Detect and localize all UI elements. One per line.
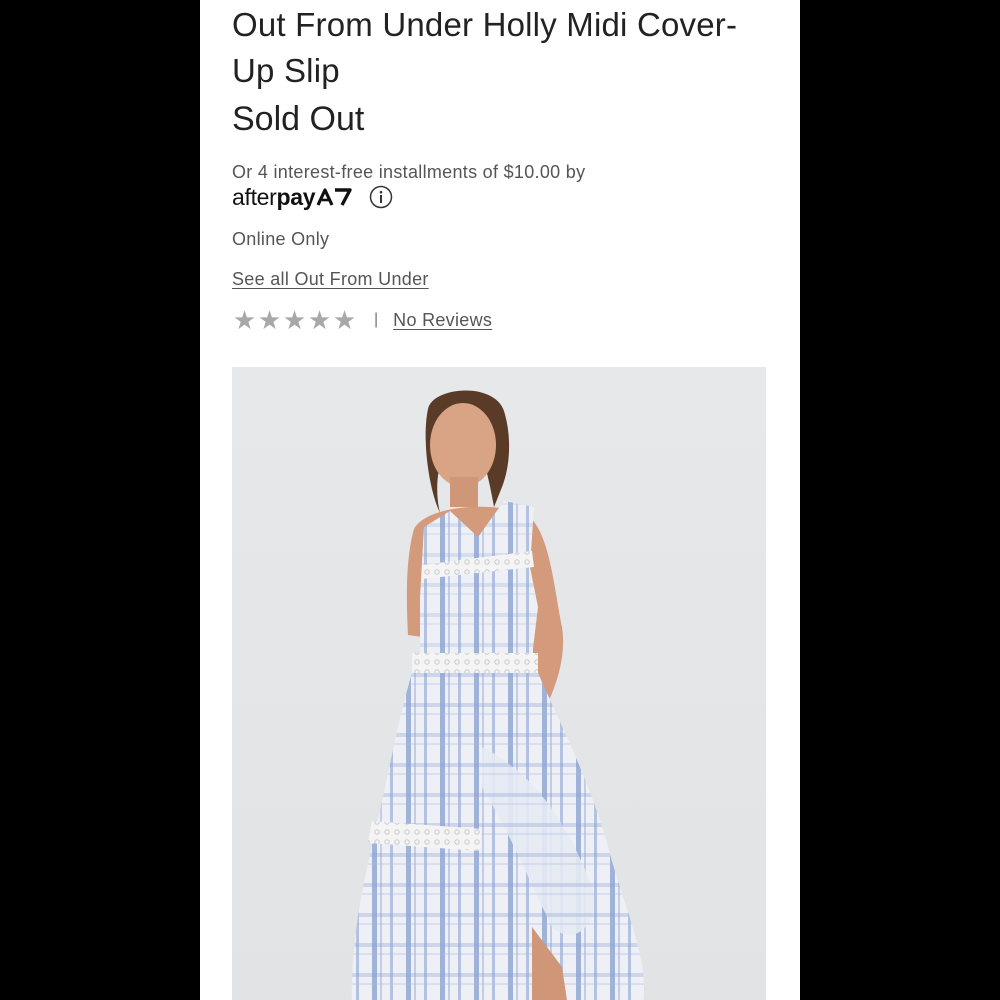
- star-icon: ★: [282, 305, 307, 335]
- availability-text: Online Only: [232, 229, 330, 249]
- star-icon: ★: [307, 305, 332, 335]
- star-icon: ★: [257, 305, 282, 335]
- product-detail-panel: Out From Under Holly Midi Cover-Up Slip …: [200, 0, 800, 1000]
- rating-row: ★ ★ ★ ★ ★ | No Reviews: [232, 304, 492, 336]
- star-icon: ★: [332, 305, 357, 335]
- product-title: Out From Under Holly Midi Cover-Up Slip: [232, 6, 738, 89]
- info-icon[interactable]: [369, 185, 393, 209]
- afterpay-logo-bold: pay: [276, 183, 316, 210]
- star-icon: ★: [232, 305, 257, 335]
- afterpay-logo-light: after: [232, 183, 277, 210]
- rating-separator: |: [374, 311, 379, 328]
- model-illustration: [351, 390, 645, 1000]
- installments-text: Or 4 interest-free installments of $10.0…: [232, 162, 586, 182]
- no-reviews-link[interactable]: No Reviews: [393, 310, 492, 331]
- star-rating[interactable]: ★ ★ ★ ★ ★: [232, 305, 357, 335]
- afterpay-row: afterpay: [232, 182, 393, 212]
- stock-status: Sold Out: [232, 100, 365, 138]
- afterpay-logo-icon: [316, 188, 352, 206]
- product-image[interactable]: [232, 367, 766, 1000]
- afterpay-logo: afterpay: [232, 183, 316, 211]
- see-all-brand-link[interactable]: See all Out From Under: [232, 267, 429, 291]
